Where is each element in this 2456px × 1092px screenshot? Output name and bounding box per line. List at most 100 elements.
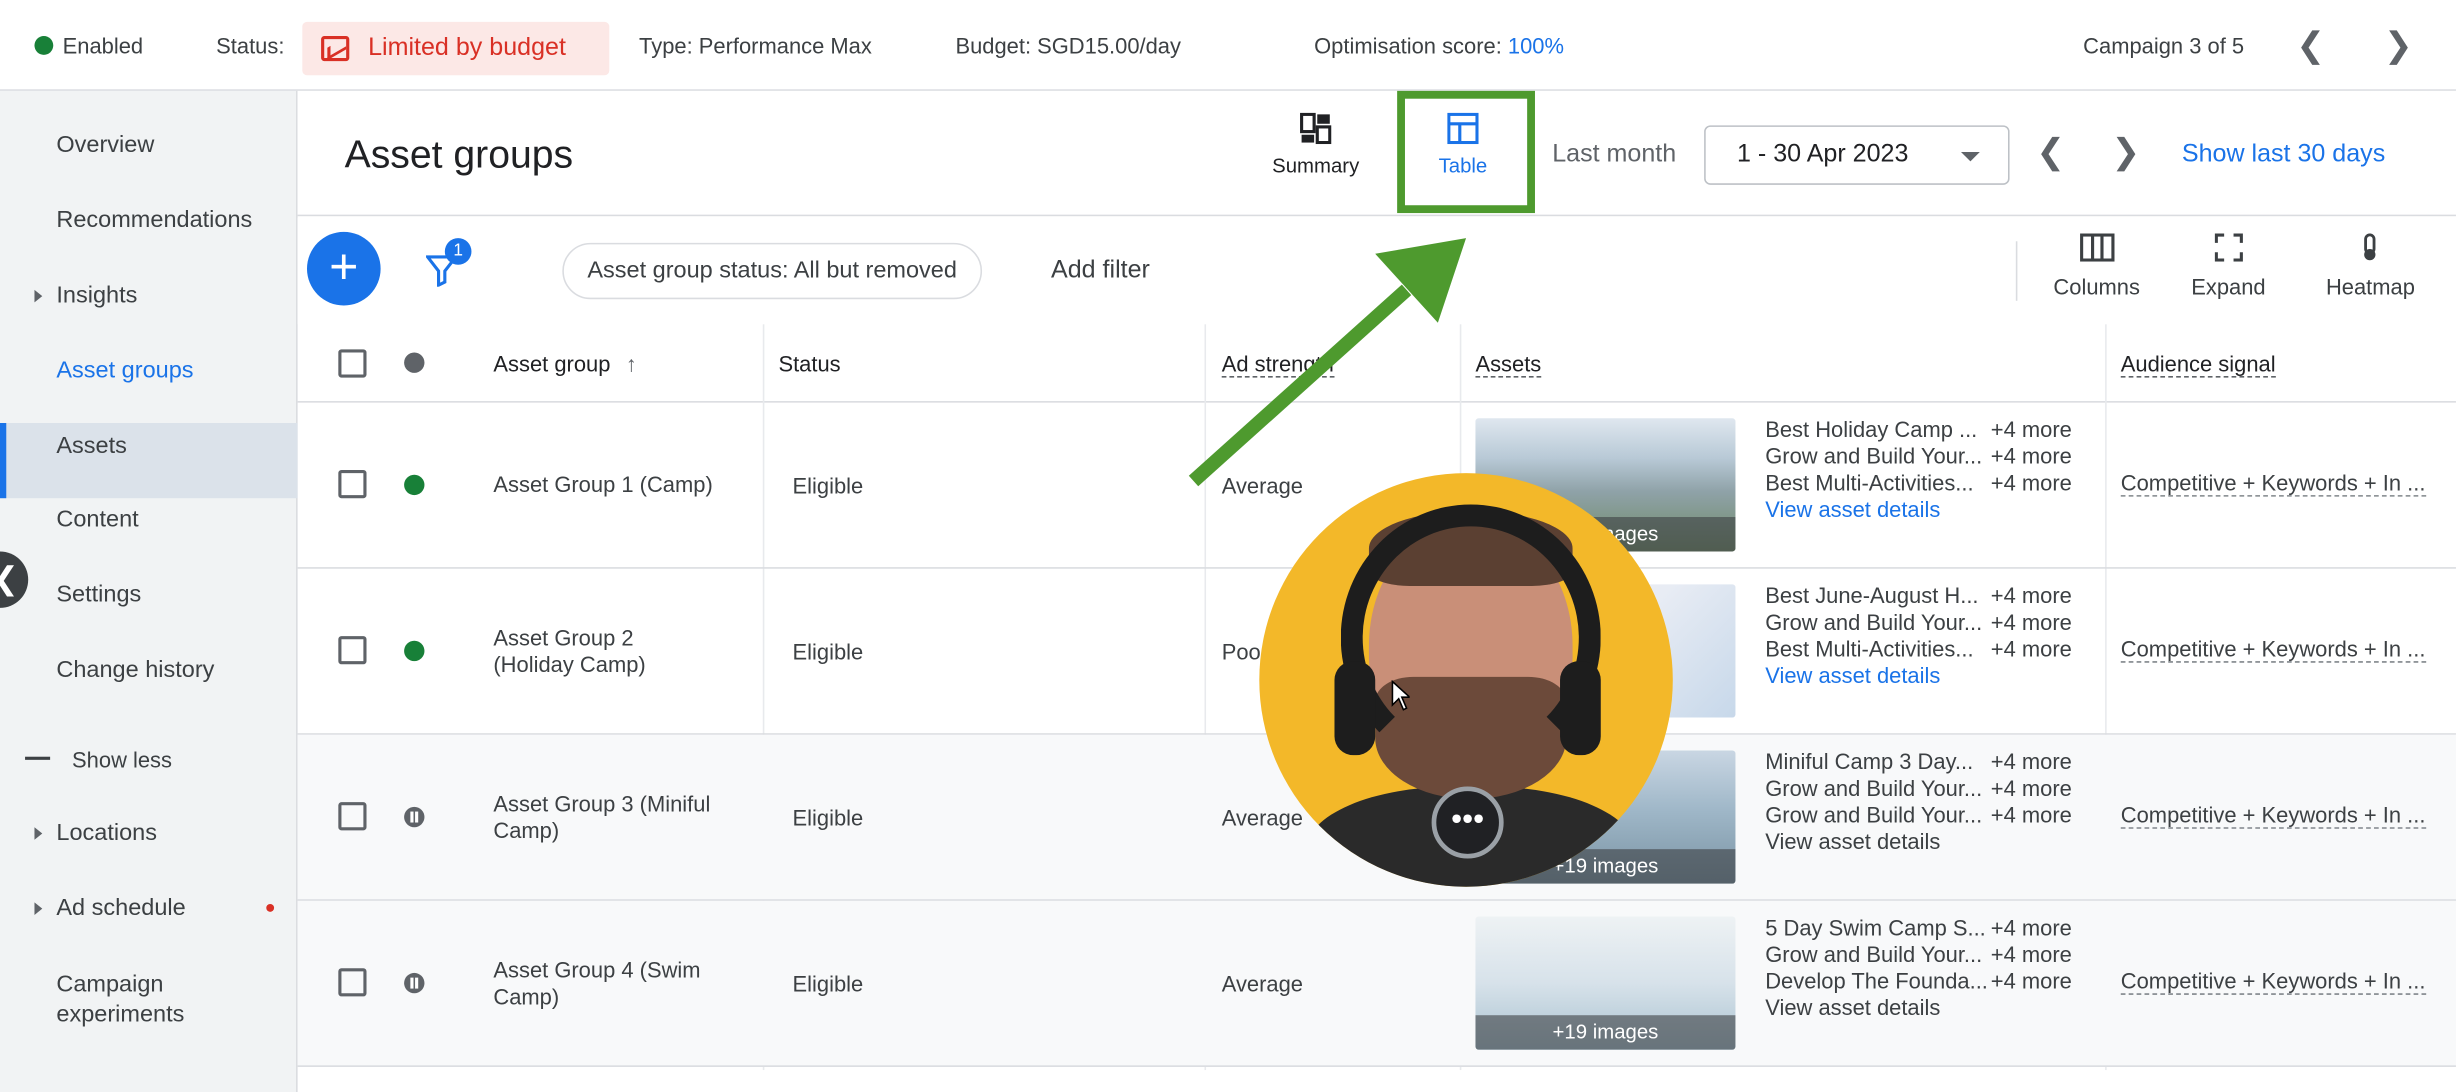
- asset-text: Best Multi-Activities...: [1765, 470, 1974, 496]
- audience-signal-value[interactable]: Competitive + Keywords + In ...: [2120, 636, 2426, 663]
- audience-signal-value[interactable]: Competitive + Keywords + In ...: [2120, 470, 2426, 497]
- sidebar-item-asset-groups[interactable]: Asset groups: [56, 357, 193, 384]
- toolbar-divider: [2015, 241, 2018, 301]
- ad-strength-value[interactable]: Average: [1222, 473, 1303, 498]
- asset-group-status-filter-chip[interactable]: Asset group status: All but removed: [562, 242, 983, 300]
- next-period-chevron-icon[interactable]: ❯: [2111, 132, 2140, 173]
- row-checkbox[interactable]: [338, 470, 367, 499]
- status-column-dot-icon: [404, 352, 425, 373]
- row-checkbox[interactable]: [338, 968, 367, 997]
- date-preset-label[interactable]: Last month: [1552, 141, 1676, 169]
- more-count[interactable]: +4 more: [1991, 470, 2072, 497]
- asset-group-name[interactable]: Asset Group 2 (Holiday Camp): [493, 625, 645, 678]
- enabled-status-dot-icon[interactable]: [404, 640, 425, 662]
- show-less-toggle[interactable]: Show less: [72, 747, 172, 772]
- row-checkbox[interactable]: [338, 636, 367, 665]
- more-count[interactable]: +4 more: [1991, 636, 2072, 663]
- audience-signal-column-header[interactable]: Audience signal: [2120, 351, 2276, 378]
- asset-group-name-line: Asset Group 3 (Miniful: [493, 791, 711, 817]
- previous-period-chevron-icon[interactable]: ❮: [2036, 132, 2065, 173]
- audience-signal-value[interactable]: Competitive + Keywords + In ...: [2120, 802, 2426, 829]
- paused-status-icon[interactable]: [404, 972, 425, 994]
- sidebar-item-settings[interactable]: Settings: [56, 581, 141, 608]
- sidebar-item-ad-schedule[interactable]: Ad schedule: [34, 895, 186, 921]
- asset-line: Best June-August H... +4 more: [1765, 582, 2072, 610]
- ad-strength-value[interactable]: Average: [1222, 971, 1303, 996]
- enabled-status[interactable]: Enabled: [34, 33, 143, 58]
- ad-strength-column-header[interactable]: Ad strength: [1221, 351, 1334, 378]
- expand-button[interactable]: Expand: [2191, 233, 2266, 299]
- asset-text: Best Multi-Activities...: [1765, 636, 1974, 662]
- sidebar-item-campaign-experiments[interactable]: Campaign experiments: [56, 970, 275, 1030]
- asset-line: Best Holiday Camp ... +4 more: [1765, 417, 2072, 444]
- asset-group-name-line: Asset Group 1 (Camp): [493, 471, 713, 497]
- asset-line: 5 Day Swim Camp S... +4 more: [1765, 915, 2072, 942]
- more-count[interactable]: +4 more: [1991, 749, 2072, 776]
- add-filter-button[interactable]: Add filter: [1051, 257, 1150, 285]
- page-header: Asset groups Summary Table Last month 1 …: [297, 90, 2456, 217]
- more-options-icon[interactable]: •••: [1431, 786, 1504, 859]
- presenter-webcam-bubble: •••: [1259, 473, 1673, 887]
- more-count[interactable]: +4 more: [1991, 915, 2072, 942]
- summary-view-button[interactable]: Summary: [1266, 112, 1366, 177]
- sidebar-item-assets[interactable]: Assets: [56, 432, 127, 459]
- add-asset-group-button[interactable]: +: [306, 231, 381, 306]
- status-value: Eligible: [792, 473, 864, 499]
- asset-group-name[interactable]: Asset Group 3 (Miniful Camp): [493, 791, 710, 844]
- status-value: Eligible: [792, 639, 864, 665]
- more-count[interactable]: +4 more: [1991, 609, 2072, 636]
- filter-button[interactable]: 1: [424, 238, 472, 294]
- more-count[interactable]: +4 more: [1991, 802, 2072, 829]
- previous-campaign-chevron-icon[interactable]: ❮: [2296, 25, 2325, 66]
- plus-icon: +: [329, 238, 359, 295]
- select-all-checkbox[interactable]: [338, 349, 367, 378]
- enabled-status-dot-icon[interactable]: [404, 474, 425, 496]
- asset-group-name[interactable]: Asset Group 4 (Swim Camp): [493, 957, 700, 1010]
- asset-group-name-line: Camp): [493, 817, 560, 843]
- columns-button[interactable]: Columns: [2053, 233, 2140, 299]
- view-asset-details-link[interactable]: View asset details: [1765, 995, 1988, 1022]
- audience-signal-value[interactable]: Competitive + Keywords + In ...: [2120, 968, 2426, 995]
- row-checkbox[interactable]: [338, 802, 367, 831]
- campaign-budget[interactable]: Budget: SGD15.00/day: [955, 33, 1181, 58]
- table-toolbar: + 1 Asset group status: All but removed …: [297, 217, 2456, 325]
- status-column-header[interactable]: Status: [778, 351, 840, 376]
- trend-chart-icon: [321, 36, 350, 62]
- more-count[interactable]: +4 more: [1991, 942, 2072, 969]
- sidebar-item-overview[interactable]: Overview: [56, 132, 154, 159]
- sidebar-item-content[interactable]: Content: [56, 506, 138, 533]
- summary-dashboard-icon: [1300, 112, 1332, 145]
- more-count[interactable]: +4 more: [1991, 417, 2072, 444]
- sidebar-item-locations[interactable]: Locations: [34, 819, 157, 846]
- more-count[interactable]: +4 more: [1991, 968, 2072, 995]
- more-count[interactable]: +4 more: [1991, 583, 2072, 610]
- optimisation-score[interactable]: Optimisation score: 100%: [1314, 33, 1564, 58]
- assets-column-header[interactable]: Assets: [1475, 351, 1542, 378]
- columns-label: Columns: [2053, 274, 2140, 300]
- next-campaign-chevron-icon[interactable]: ❯: [2384, 25, 2413, 66]
- asset-group-column-header[interactable]: Asset group ↑: [493, 351, 636, 376]
- view-asset-details-link[interactable]: View asset details: [1765, 829, 1982, 856]
- ad-strength-value[interactable]: Average: [1222, 805, 1303, 830]
- optimisation-value: 100%: [1507, 32, 1564, 58]
- more-count[interactable]: +4 more: [1991, 776, 2072, 803]
- sidebar-item-insights[interactable]: Insights: [34, 282, 137, 309]
- table-header-row: Asset group ↑ Status Ad strength Assets …: [297, 324, 2456, 403]
- sidebar-item-recommendations[interactable]: Recommendations: [56, 207, 252, 234]
- image-count-label: +19 images: [1475, 1015, 1736, 1050]
- sidebar-item-change-history[interactable]: Change history: [56, 656, 214, 683]
- paused-status-icon[interactable]: [404, 806, 425, 828]
- limited-by-budget-badge[interactable]: Limited by budget: [302, 21, 610, 76]
- table-row[interactable]: Asset Group 4 (Swim Camp) Eligible Averag…: [297, 900, 2456, 1067]
- asset-group-name[interactable]: Asset Group 1 (Camp): [493, 472, 712, 499]
- asset-text: Best June-August H...: [1765, 582, 1979, 608]
- view-asset-details-link[interactable]: View asset details: [1765, 663, 1982, 690]
- more-count[interactable]: +4 more: [1991, 443, 2072, 470]
- view-asset-details-link[interactable]: View asset details: [1765, 497, 1982, 524]
- asset-text: Miniful Camp 3 Day...: [1765, 748, 1974, 774]
- asset-text: Grow and Build Your...: [1765, 443, 1983, 469]
- show-last-30-days-link[interactable]: Show last 30 days: [2182, 141, 2385, 169]
- asset-images-thumbnail[interactable]: +19 images: [1475, 916, 1736, 1050]
- heatmap-button[interactable]: Heatmap: [2326, 233, 2415, 299]
- date-range-dropdown[interactable]: 1 - 30 Apr 2023: [1704, 125, 2010, 185]
